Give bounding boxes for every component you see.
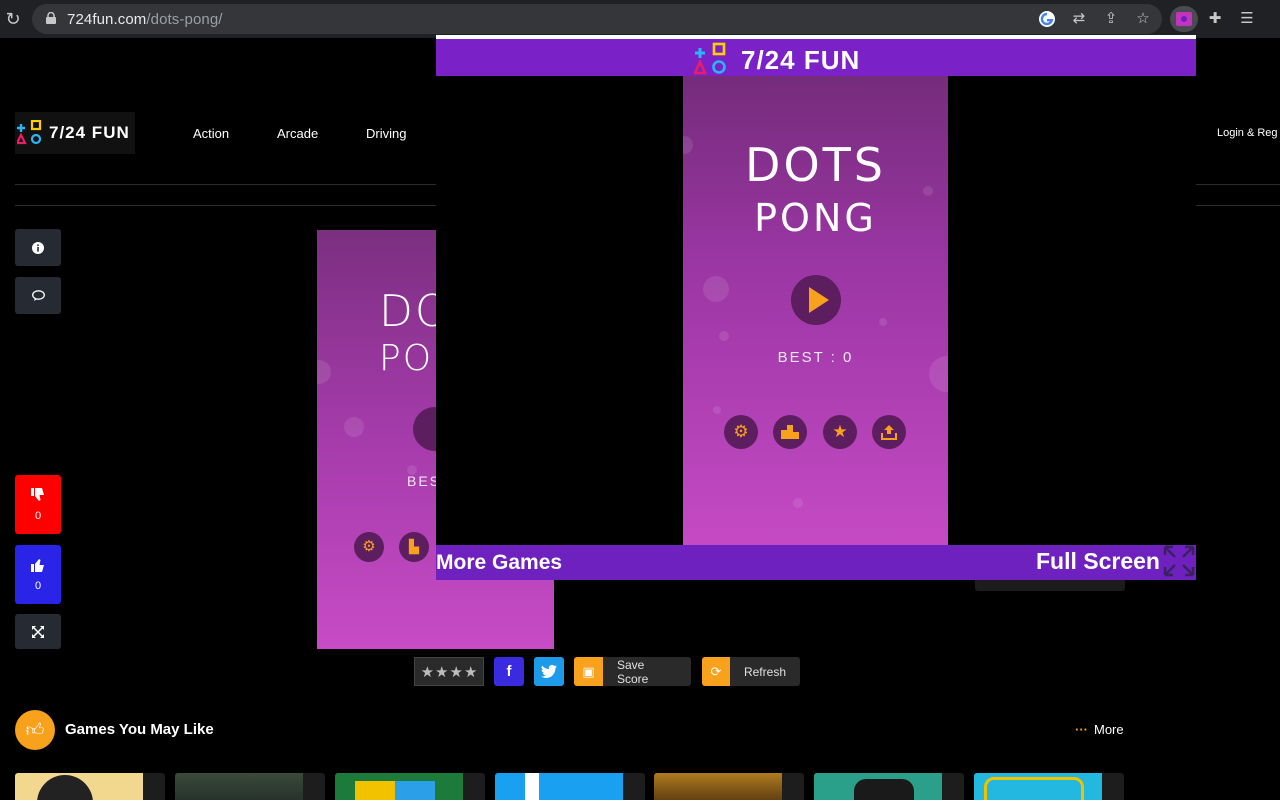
bookmark-star-icon[interactable]: ☆: [1133, 9, 1153, 29]
reload-icon[interactable]: ↻: [2, 8, 24, 30]
game-popup: 7/24 FUN DOTS PONG BEST : 0 ⚙ ★ More Gam…: [436, 35, 1196, 580]
rating-stars[interactable]: ★ ★ ★ ★: [414, 657, 484, 686]
share-icon[interactable]: ⇪: [1101, 9, 1121, 29]
nav-action[interactable]: Action: [193, 126, 229, 141]
divider: [1196, 205, 1280, 206]
url-text[interactable]: 724fun.com/dots-pong/: [67, 11, 223, 28]
comments-button[interactable]: [15, 277, 61, 314]
decor-bubble: [879, 318, 887, 326]
refresh-button[interactable]: ⟳ Refresh: [702, 657, 800, 686]
thumbs-up-icon: [31, 558, 44, 572]
game-thumbnail[interactable]: [495, 773, 645, 800]
divider: [15, 184, 436, 185]
popup-brand-name: 7/24 FUN: [741, 45, 861, 75]
decor-bubble: [719, 331, 729, 341]
refresh-label: Refresh: [743, 664, 786, 679]
preview-settings-icon: ⚙: [354, 532, 384, 562]
star-icon[interactable]: ★: [421, 663, 434, 681]
star-icon[interactable]: ★: [464, 663, 477, 681]
game-title-line1: DOTS: [745, 138, 886, 192]
expand-icon: [32, 625, 44, 638]
nav-arcade[interactable]: Arcade: [277, 126, 318, 141]
star-icon[interactable]: ★: [435, 663, 448, 681]
settings-icon[interactable]: ⚙: [724, 415, 758, 449]
more-games-button[interactable]: More Games: [436, 551, 562, 575]
lock-icon: [46, 12, 56, 24]
game-thumbnail[interactable]: [15, 773, 165, 800]
game-thumbnail[interactable]: [175, 773, 325, 800]
translate-icon[interactable]: ⇄: [1069, 9, 1089, 29]
more-dots-icon: ···: [1075, 722, 1088, 737]
thumbs-down-icon: [31, 487, 44, 501]
preview-title-line2: PO: [379, 338, 434, 379]
fullscreen-arrows-icon[interactable]: [1163, 545, 1195, 577]
brand-name: 7/24 FUN: [49, 123, 130, 142]
info-icon: [32, 241, 44, 254]
decor-bubble: [713, 406, 721, 414]
dislike-count: 0: [34, 509, 42, 522]
logo-shapes-icon: [17, 120, 42, 145]
browser-toolbar: ↻ 724fun.com/dots-pong/ ⇄ ⇪ ☆ ✚ ☰: [0, 0, 1280, 38]
comment-icon: [31, 290, 45, 301]
like-count: 0: [34, 579, 42, 592]
refresh-icon: ⟳: [702, 657, 730, 686]
game-canvas[interactable]: DOTS PONG BEST : 0 ⚙ ★: [683, 76, 948, 546]
google-icon[interactable]: [1037, 9, 1057, 29]
site-logo[interactable]: 7/24 FUN: [15, 112, 135, 154]
star-icon[interactable]: ★: [450, 663, 463, 681]
game-thumbnail[interactable]: [814, 773, 964, 800]
game-thumbnail[interactable]: [335, 773, 485, 800]
section-title: Games You May Like: [65, 721, 214, 738]
leaderboard-icon[interactable]: [773, 415, 807, 449]
game-title-line2: PONG: [754, 196, 877, 240]
decor-bubble: [344, 417, 364, 437]
fullscreen-button[interactable]: [15, 614, 61, 649]
play-button[interactable]: [791, 275, 841, 325]
popup-footer: More Games Full Screen: [436, 545, 1196, 580]
full-screen-button[interactable]: Full Screen: [1036, 548, 1160, 575]
media-queue-icon[interactable]: ☰: [1237, 9, 1257, 29]
preview-leaderboard-icon: ▙: [399, 532, 429, 562]
extension-active-button[interactable]: [1170, 6, 1198, 32]
floppy-save-icon: ▣: [574, 657, 603, 686]
logo-shapes-icon: [694, 42, 726, 75]
facebook-icon: f: [506, 663, 512, 680]
save-score-label: Save Score: [617, 657, 649, 686]
share-upload-icon[interactable]: [872, 415, 906, 449]
decor-bubble: [793, 498, 803, 508]
more-label: More: [1094, 722, 1124, 737]
login-register-link[interactable]: Login & Reg: [1217, 127, 1278, 139]
dislike-button[interactable]: 0: [15, 475, 61, 534]
decor-bubble: [703, 276, 729, 302]
best-score: BEST : 0: [777, 349, 854, 366]
divider: [1196, 184, 1280, 185]
popup-header: 7/24 FUN: [436, 39, 1196, 76]
twitter-share-button[interactable]: [534, 657, 564, 686]
game-thumbnail[interactable]: [974, 773, 1124, 800]
extensions-puzzle-icon[interactable]: ✚: [1205, 9, 1225, 29]
facebook-share-button[interactable]: f: [494, 657, 524, 686]
twitter-bird-icon: [541, 664, 557, 678]
more-link[interactable]: ··· More: [1075, 722, 1124, 737]
nav-driving[interactable]: Driving: [366, 126, 406, 141]
info-button[interactable]: [15, 229, 61, 266]
save-score-button[interactable]: ▣ Save Score: [574, 657, 691, 686]
divider: [15, 205, 436, 206]
star-rate-icon[interactable]: ★: [823, 415, 857, 449]
like-button[interactable]: 0: [15, 545, 61, 604]
thumbs-up-icon: 👍︎: [15, 710, 55, 750]
decor-bubble: [317, 360, 331, 384]
game-thumbnail[interactable]: [654, 773, 804, 800]
